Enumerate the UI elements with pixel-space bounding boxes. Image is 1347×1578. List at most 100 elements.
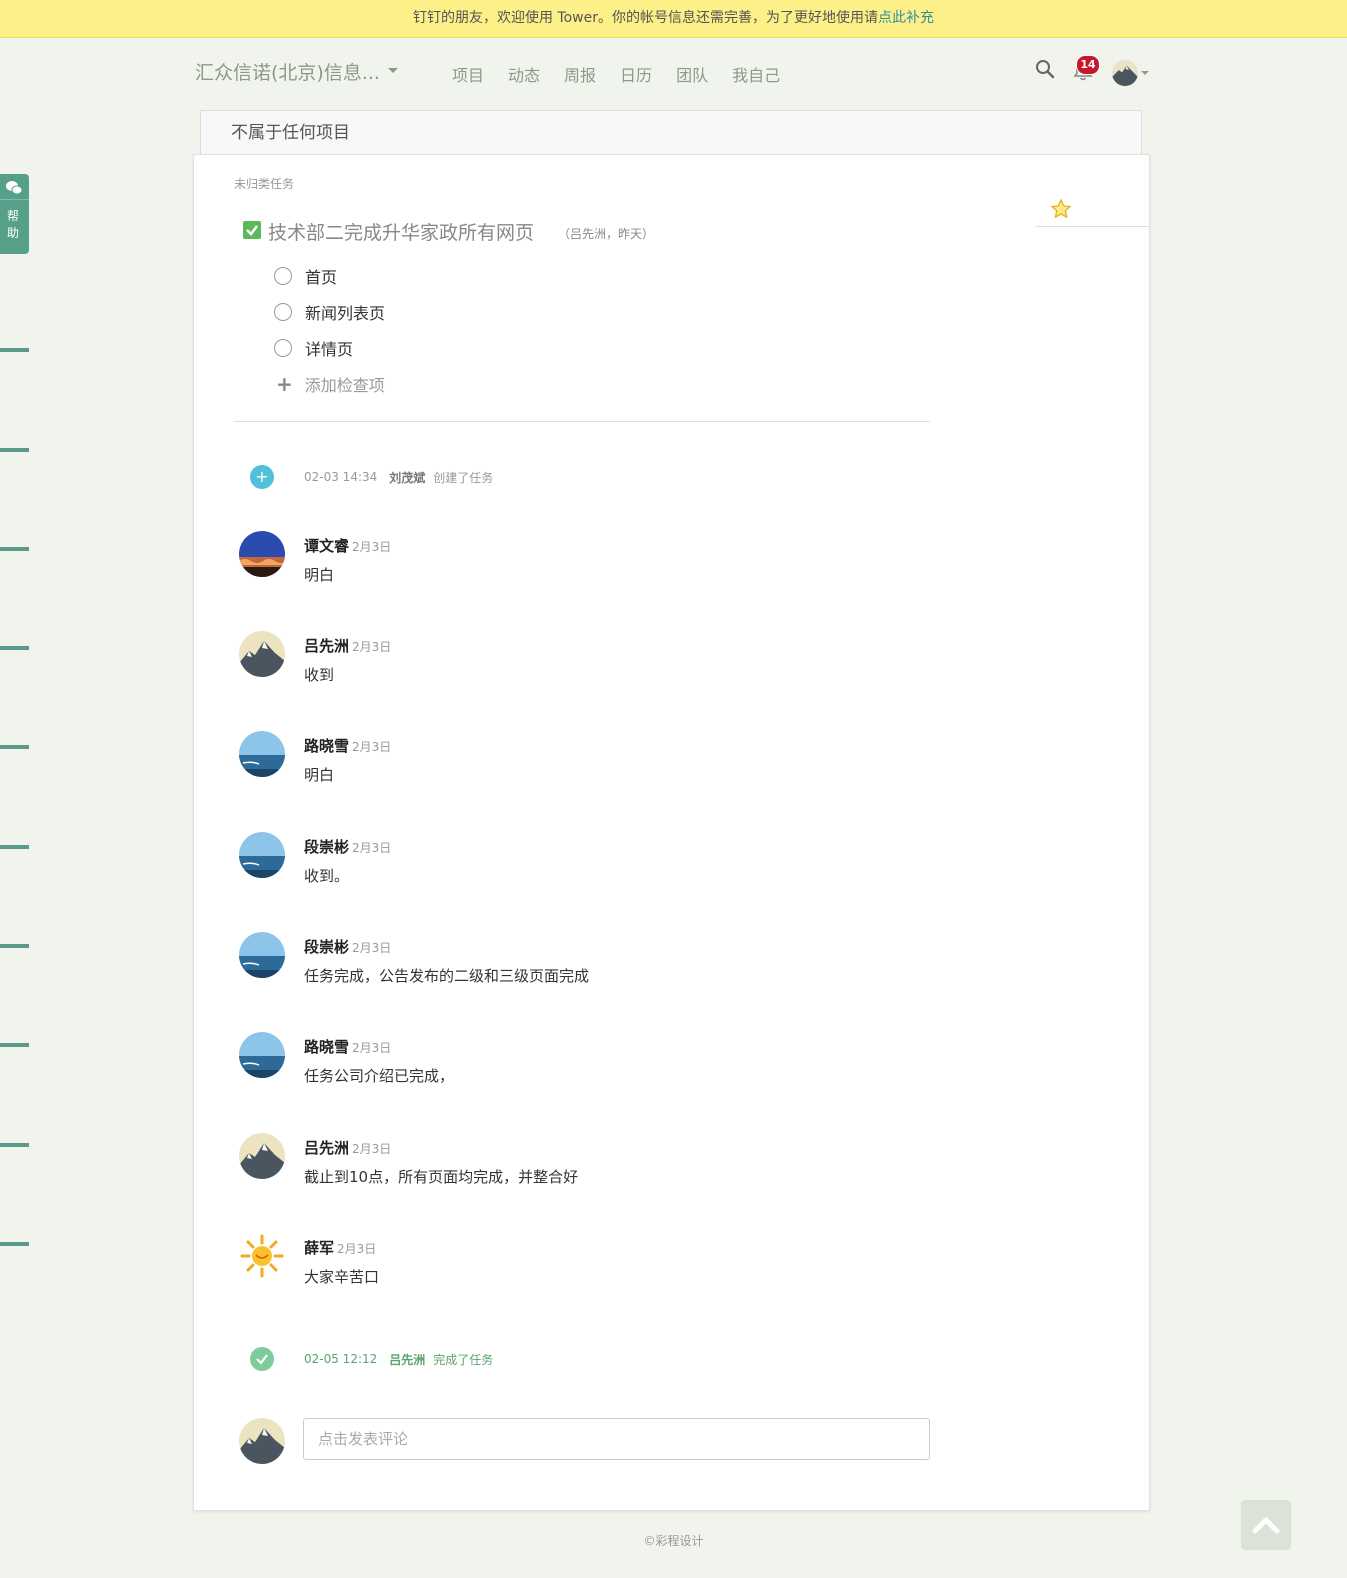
- comment-date: 2月3日: [352, 1142, 392, 1156]
- checklist-item[interactable]: 新闻列表页: [274, 301, 385, 323]
- comment-author[interactable]: 薛军 2月3日: [304, 1237, 376, 1258]
- comment-item: 吕先洲 2月3日 收到: [239, 631, 939, 691]
- side-marker: [0, 845, 29, 849]
- comment-item: 薛军 2月3日 大家辛苦口: [239, 1233, 939, 1293]
- account-notice-bar: 钉钉的朋友，欢迎使用 Tower。你的帐号信息还需完善，为了更好地使用请点此补充: [0, 0, 1347, 38]
- comment-author[interactable]: 吕先洲 2月3日: [304, 635, 391, 656]
- comment-date: 2月3日: [352, 540, 392, 554]
- plus-icon: +: [250, 465, 274, 489]
- task-title[interactable]: 技术部二完成升华家政所有网页: [268, 218, 534, 245]
- checklist-item[interactable]: 详情页: [274, 337, 353, 359]
- checklist-item-label: 详情页: [305, 340, 354, 359]
- checklist-item-label: 首页: [305, 268, 338, 287]
- chevron-down-icon: [387, 68, 398, 73]
- comment-date: 2月3日: [352, 740, 392, 754]
- wechat-icon: [6, 181, 23, 195]
- nav-projects[interactable]: 项目: [452, 62, 484, 86]
- side-marker: [0, 1242, 29, 1246]
- avatar[interactable]: [239, 731, 285, 777]
- comment-text: 收到。: [304, 867, 350, 885]
- avatar[interactable]: [239, 1233, 285, 1279]
- nav-activity[interactable]: 动态: [508, 62, 540, 86]
- comment-date: 2月3日: [352, 640, 392, 654]
- main-nav: 项目 动态 周报 日历 团队 我自己: [452, 62, 780, 86]
- comment-date: 2月3日: [337, 1242, 377, 1256]
- comment-text: 大家辛苦口: [304, 1268, 380, 1286]
- checkbox-circle[interactable]: [274, 303, 292, 321]
- event-time: 02-05 12:12: [304, 1352, 378, 1366]
- comment-author[interactable]: 谭文睿 2月3日: [304, 535, 391, 556]
- comment-text: 任务公司介绍已完成，: [304, 1067, 455, 1085]
- event-user[interactable]: 吕先洲: [389, 1351, 425, 1368]
- task-category[interactable]: 未归类任务: [234, 175, 294, 192]
- team-switcher[interactable]: 汇众信诺(北京)信息...: [195, 58, 398, 85]
- checklist-item-label: 新闻列表页: [305, 304, 386, 323]
- nav-calendar[interactable]: 日历: [620, 62, 652, 86]
- help-tab-label: 帮助: [7, 209, 20, 240]
- checklist-item[interactable]: 首页: [274, 265, 337, 287]
- avatar[interactable]: [239, 531, 285, 577]
- comment-text: 明白: [304, 766, 335, 784]
- check-icon: [246, 225, 258, 236]
- avatar[interactable]: [239, 932, 285, 978]
- side-marker: [0, 1143, 29, 1147]
- side-marker: [0, 944, 29, 948]
- event-action: 完成了任务: [433, 1352, 494, 1367]
- plus-icon: +: [276, 372, 293, 396]
- comment-date: 2月3日: [352, 1041, 392, 1055]
- comment-item: 路晓雪 2月3日 明白: [239, 731, 939, 791]
- user-avatar-menu[interactable]: [1112, 60, 1138, 86]
- comment-input[interactable]: [303, 1418, 930, 1460]
- comment-text: 截止到10点，所有页面均完成，并整合好: [304, 1168, 579, 1186]
- back-to-top-button[interactable]: [1241, 1500, 1291, 1550]
- side-marker: [0, 348, 29, 352]
- side-marker: [0, 547, 29, 551]
- star-icon[interactable]: [1050, 198, 1072, 224]
- comment-author[interactable]: 段崇彬 2月3日: [304, 936, 391, 957]
- nav-weekly[interactable]: 周报: [564, 62, 596, 86]
- nav-me[interactable]: 我自己: [732, 62, 780, 86]
- task-detail-card: 未归类任务 技术部二完成升华家政所有网页 （吕先洲，昨天） 首页 新闻列表页 详…: [193, 154, 1150, 1511]
- comment-item: 段崇彬 2月3日 收到。: [239, 832, 939, 892]
- check-icon: [250, 1347, 274, 1371]
- comment-author[interactable]: 路晓雪 2月3日: [304, 735, 391, 756]
- event-user[interactable]: 刘茂斌: [389, 469, 425, 486]
- comment-text: 收到: [304, 666, 335, 684]
- checkbox-circle[interactable]: [274, 267, 292, 285]
- notice-complete-link[interactable]: 点此补充: [878, 10, 934, 26]
- avatar[interactable]: [239, 1032, 285, 1078]
- event-created: + 02-03 14:34 刘茂斌 创建了任务: [250, 465, 493, 489]
- comment-text: 任务完成，公告发布的二级和三级页面完成: [304, 967, 590, 985]
- comment-item: 路晓雪 2月3日 任务公司介绍已完成，: [239, 1032, 939, 1092]
- nav-team[interactable]: 团队: [676, 62, 708, 86]
- chevron-down-icon[interactable]: [1141, 71, 1149, 75]
- comment-author[interactable]: 路晓雪 2月3日: [304, 1036, 391, 1057]
- comment-date: 2月3日: [352, 841, 392, 855]
- footer-copyright: ©彩程设计: [643, 1534, 704, 1548]
- chevron-up-icon: [1252, 1517, 1280, 1534]
- checkbox-circle[interactable]: [274, 339, 292, 357]
- avatar: [239, 1418, 285, 1464]
- comment-author[interactable]: 吕先洲 2月3日: [304, 1137, 391, 1158]
- project-breadcrumb[interactable]: 不属于任何项目: [200, 110, 1142, 154]
- comment-author[interactable]: 段崇彬 2月3日: [304, 836, 391, 857]
- add-checklist-item-button[interactable]: + 添加检查项: [276, 372, 385, 396]
- side-marker: [0, 745, 29, 749]
- notification-count-badge: 14: [1076, 55, 1100, 75]
- avatar[interactable]: [239, 832, 285, 878]
- side-marker: [0, 646, 29, 650]
- notice-text: 钉钉的朋友，欢迎使用 Tower。你的帐号信息还需完善，为了更好地使用请: [412, 10, 878, 26]
- comment-item: 段崇彬 2月3日 任务完成，公告发布的二级和三级页面完成: [239, 932, 939, 992]
- search-icon[interactable]: [1034, 58, 1056, 84]
- help-tab[interactable]: 帮助: [0, 174, 29, 254]
- comment-text: 明白: [304, 566, 335, 584]
- avatar[interactable]: [239, 631, 285, 677]
- event-time: 02-03 14:34: [304, 470, 378, 484]
- avatar[interactable]: [239, 1133, 285, 1179]
- event-completed: 02-05 12:12 吕先洲 完成了任务: [250, 1347, 493, 1371]
- team-name: 汇众信诺(北京)信息...: [195, 62, 380, 84]
- event-action: 创建了任务: [433, 470, 494, 485]
- divider: [234, 421, 930, 422]
- side-marker: [0, 1043, 29, 1047]
- task-completed-checkbox[interactable]: [243, 221, 261, 239]
